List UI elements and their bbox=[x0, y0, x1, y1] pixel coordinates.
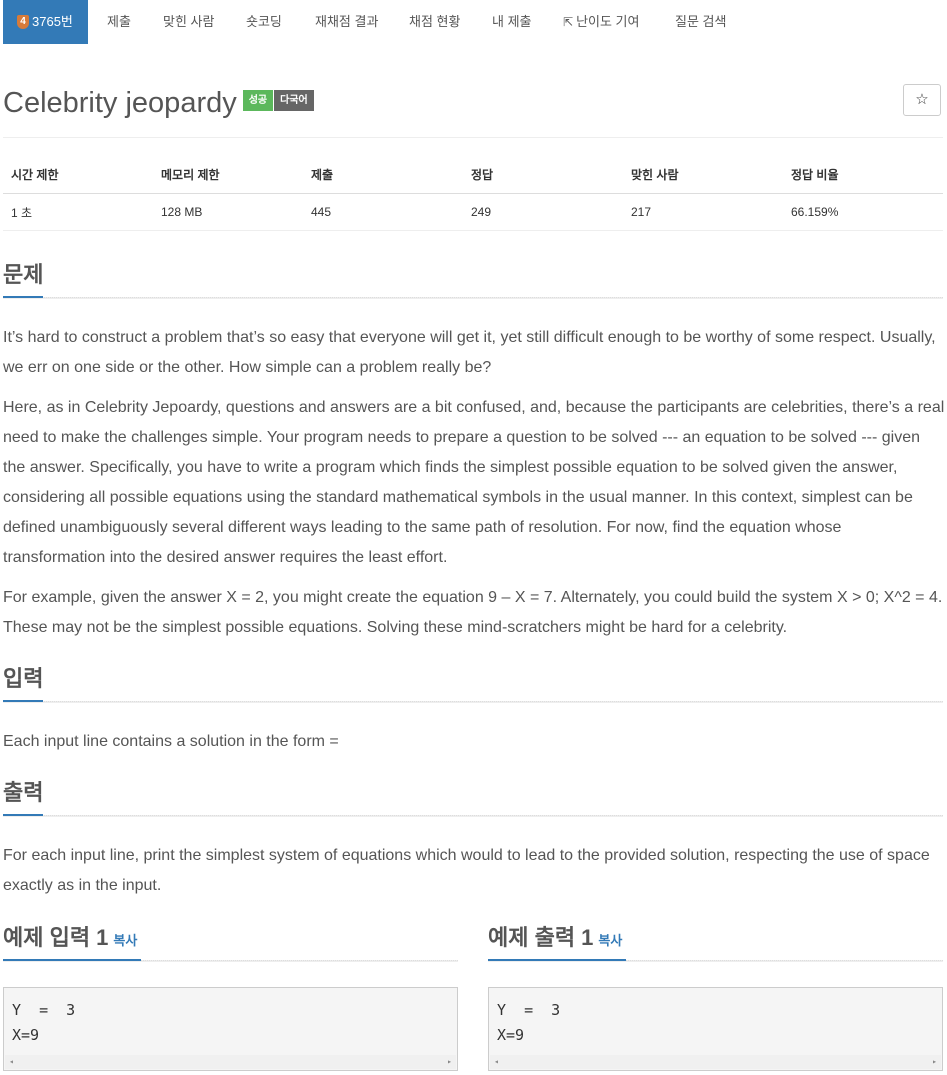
header-accept-ratio: 정답 비율 bbox=[783, 156, 943, 194]
copy-sample-output-button[interactable]: 복사 bbox=[598, 933, 622, 948]
cell-submissions: 445 bbox=[303, 193, 463, 231]
heading-underline bbox=[3, 814, 43, 816]
tab-problem-label: 3765번 bbox=[32, 14, 73, 29]
problem-menu-tabs: 4 3765번 제출 맞힌 사람 숏코딩 재채점 결과 채점 현황 내 제출 ⇱ 난… bbox=[0, 0, 947, 44]
sample-output-code: Y = 3 X=9 bbox=[497, 1001, 561, 1044]
description-paragraph: For example, given the answer X = 2, you… bbox=[3, 589, 943, 636]
description-paragraph: It’s hard to construct a problem that’s … bbox=[3, 329, 936, 376]
tab-submit[interactable]: 제출 bbox=[91, 0, 147, 44]
description-paragraph: Here, as in Celebrity Jepoardy, question… bbox=[3, 399, 945, 566]
cell-accepted: 249 bbox=[463, 193, 623, 231]
tier-icon: 4 bbox=[17, 14, 29, 29]
divider bbox=[3, 815, 943, 817]
divider bbox=[3, 701, 943, 703]
scroll-right-icon[interactable]: ▸ bbox=[447, 1057, 452, 1066]
header-accepted: 정답 bbox=[463, 156, 623, 194]
header-memory-limit: 메모리 제한 bbox=[153, 156, 303, 194]
cell-memory-limit: 128 MB bbox=[153, 193, 303, 231]
cell-accept-ratio: 66.159% bbox=[783, 193, 943, 231]
favorite-star-button[interactable]: ☆ bbox=[903, 84, 941, 116]
input-description: Each input line contains a solution in t… bbox=[3, 733, 339, 750]
sample-input-box[interactable]: Y = 3 X=9 ◂ ▸ bbox=[3, 987, 458, 1071]
problem-title: Celebrity jeopardy bbox=[3, 87, 237, 119]
status-badge-success: 성공 bbox=[242, 89, 274, 111]
tab-short-coding[interactable]: 숏코딩 bbox=[230, 0, 298, 44]
section-heading-description: 문제 bbox=[3, 262, 44, 287]
output-description: For each input line, print the simplest … bbox=[3, 847, 930, 894]
scroll-right-icon[interactable]: ▸ bbox=[932, 1057, 937, 1066]
sample-input-heading: 예제 입력 1 복사 bbox=[3, 924, 137, 955]
problem-info-table: 시간 제한 메모리 제한 제출 정답 맞힌 사람 정답 비율 1 초 128 M… bbox=[3, 156, 943, 231]
page-title: Celebrity jeopardy 성공 다국어 bbox=[3, 84, 314, 122]
heading-underline bbox=[3, 296, 43, 298]
header-submissions: 제출 bbox=[303, 156, 463, 194]
heading-underline bbox=[488, 959, 626, 961]
heading-underline bbox=[3, 700, 43, 702]
tab-difficulty-label: 난이도 기여 bbox=[576, 14, 640, 29]
sample-input-code: Y = 3 X=9 bbox=[12, 1001, 76, 1044]
sample-input-title: 예제 입력 1 bbox=[3, 925, 109, 950]
section-heading-input: 입력 bbox=[3, 666, 44, 691]
tab-questions[interactable]: 질문 검색 bbox=[659, 0, 742, 44]
heading-underline bbox=[3, 959, 141, 961]
horizontal-scrollbar[interactable]: ◂ ▸ bbox=[5, 1055, 456, 1069]
tab-solved-users[interactable]: 맞힌 사람 bbox=[147, 0, 230, 44]
table-header-row: 시간 제한 메모리 제한 제출 정답 맞힌 사람 정답 비율 bbox=[3, 156, 943, 194]
cell-solved-users: 217 bbox=[623, 193, 783, 231]
horizontal-scrollbar[interactable]: ◂ ▸ bbox=[490, 1055, 941, 1069]
tab-status[interactable]: 채점 현황 bbox=[393, 0, 476, 44]
divider bbox=[3, 137, 943, 138]
table-row: 1 초 128 MB 445 249 217 66.159% bbox=[3, 193, 943, 231]
tab-rejudge[interactable]: 재채점 결과 bbox=[299, 0, 394, 44]
header-solved-users: 맞힌 사람 bbox=[623, 156, 783, 194]
header-time-limit: 시간 제한 bbox=[3, 156, 153, 194]
status-badge-multilang: 다국어 bbox=[274, 89, 314, 111]
scroll-left-icon[interactable]: ◂ bbox=[494, 1057, 499, 1066]
tab-difficulty[interactable]: ⇱ 난이도 기여 bbox=[547, 0, 655, 44]
copy-sample-input-button[interactable]: 복사 bbox=[113, 933, 137, 948]
sample-output-box[interactable]: Y = 3 X=9 ◂ ▸ bbox=[488, 987, 943, 1071]
external-link-icon: ⇱ bbox=[563, 15, 574, 29]
sample-output-heading: 예제 출력 1 복사 bbox=[488, 924, 622, 955]
divider bbox=[3, 297, 943, 299]
scroll-left-icon[interactable]: ◂ bbox=[9, 1057, 14, 1066]
tab-problem[interactable]: 4 3765번 bbox=[3, 0, 88, 44]
tab-my-submissions[interactable]: 내 제출 bbox=[476, 0, 548, 44]
sample-output-title: 예제 출력 1 bbox=[488, 925, 594, 950]
section-heading-output: 출력 bbox=[3, 780, 44, 805]
cell-time-limit: 1 초 bbox=[3, 193, 153, 231]
